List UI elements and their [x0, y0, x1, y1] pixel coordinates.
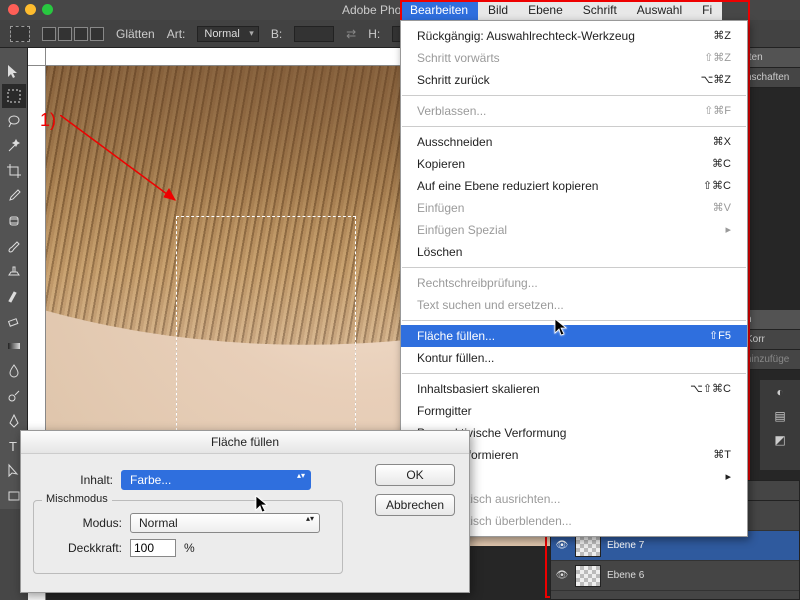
zoom-window-button[interactable] — [42, 4, 53, 15]
layer-name[interactable]: Ebene 6 — [607, 570, 644, 581]
adj-icon[interactable]: ◐ — [760, 380, 800, 404]
adj-icon[interactable]: ◩ — [760, 428, 800, 452]
menu-spelling[interactable]: Rechtschreibprüfung... — [401, 272, 747, 294]
panel-tab[interactable]: ften — [740, 48, 800, 68]
crop-tool[interactable] — [2, 159, 26, 183]
dialog-title: Fläche füllen — [21, 431, 469, 454]
adjustment-icons: ◐ ▤ ◩ — [760, 380, 800, 470]
menu-bar: Bearbeiten Bild Ebene Schrift Auswahl Fi — [400, 0, 722, 20]
menu-copy-merged[interactable]: Auf eine Ebene reduziert kopieren⇧⌘C — [401, 175, 747, 197]
modus-label: Modus: — [42, 516, 122, 530]
opt-glaetten-label: Glätten — [116, 27, 155, 41]
healing-brush-tool[interactable] — [2, 209, 26, 233]
svg-text:T: T — [9, 439, 17, 454]
menu-auswahl[interactable]: Auswahl — [627, 0, 692, 20]
blend-group: Mischmodus Modus: Normal Deckkraft: % — [33, 500, 343, 574]
layer-thumbnail[interactable] — [575, 535, 601, 557]
gradient-tool[interactable] — [2, 334, 26, 358]
layer-thumbnail[interactable] — [575, 565, 601, 587]
lasso-tool[interactable] — [2, 109, 26, 133]
fill-dialog: Fläche füllen Inhalt: Farbe... OK Abbrec… — [20, 430, 470, 593]
menu-step-backward[interactable]: Schritt zurück⌥⌘Z — [401, 69, 747, 91]
deckkraft-input[interactable] — [130, 539, 176, 557]
opt-h-label: H: — [368, 27, 380, 41]
ok-button[interactable]: OK — [375, 464, 455, 486]
cancel-button[interactable]: Abbrechen — [375, 494, 455, 516]
blend-group-title: Mischmodus — [42, 493, 112, 505]
sel-mode-new-icon[interactable] — [42, 27, 56, 41]
menu-bearbeiten[interactable]: Bearbeiten — [400, 0, 478, 20]
panel-group-2: n Korr hinzufüge — [740, 310, 800, 370]
ruler-corner — [28, 48, 46, 66]
panel-tab[interactable]: n — [740, 310, 800, 330]
annotation-arrow — [60, 115, 190, 215]
window-controls — [8, 4, 53, 15]
layer-name[interactable]: Ebene 7 — [607, 540, 644, 551]
menu-step-forward[interactable]: Schritt vorwärts⇧⌘Z — [401, 47, 747, 69]
marquee-tool[interactable] — [2, 84, 26, 108]
tool-preset-icon[interactable] — [10, 26, 30, 42]
annotation-1: 1) — [40, 110, 56, 131]
menu-ebene[interactable]: Ebene — [518, 0, 573, 20]
opt-b-label: B: — [271, 27, 282, 41]
panel-tab[interactable]: Korr — [740, 330, 800, 350]
magic-wand-tool[interactable] — [2, 134, 26, 158]
menu-clear[interactable]: Löschen — [401, 241, 747, 263]
opt-art-select[interactable]: Normal — [197, 26, 258, 42]
opt-art-label: Art: — [167, 27, 186, 41]
menu-undo[interactable]: Rückgängig: Auswahlrechteck-Werkzeug⌘Z — [401, 25, 747, 47]
inhalt-select[interactable]: Farbe... — [121, 470, 311, 490]
deckkraft-label: Deckkraft: — [42, 541, 122, 555]
layer-row[interactable]: 👁 Ebene 6 — [551, 561, 799, 591]
sel-mode-add-icon[interactable] — [58, 27, 72, 41]
cursor-icon — [255, 495, 269, 515]
inhalt-label: Inhalt: — [33, 473, 113, 487]
eraser-tool[interactable] — [2, 309, 26, 333]
percent-label: % — [184, 541, 195, 555]
menu-find-replace[interactable]: Text suchen und ersetzen... — [401, 294, 747, 316]
modus-select[interactable]: Normal — [130, 513, 320, 533]
panel-tab[interactable]: nschaften — [740, 68, 800, 88]
sel-mode-intersect-icon[interactable] — [90, 27, 104, 41]
opt-width-input[interactable] — [294, 26, 334, 42]
minimize-window-button[interactable] — [25, 4, 36, 15]
menu-puppet-warp[interactable]: Formgitter — [401, 400, 747, 422]
menu-content-aware-scale[interactable]: Inhaltsbasiert skalieren⌥⇧⌘C — [401, 378, 747, 400]
blur-tool[interactable] — [2, 359, 26, 383]
visibility-toggle[interactable]: 👁 — [555, 570, 569, 581]
dodge-tool[interactable] — [2, 384, 26, 408]
eyedropper-tool[interactable] — [2, 184, 26, 208]
menu-paste-special[interactable]: Einfügen Spezial▸ — [401, 219, 747, 241]
menu-schrift[interactable]: Schrift — [573, 0, 627, 20]
brush-tool[interactable] — [2, 234, 26, 258]
menu-cut[interactable]: Ausschneiden⌘X — [401, 131, 747, 153]
menu-copy[interactable]: Kopieren⌘C — [401, 153, 747, 175]
panel-hint: hinzufüge — [740, 350, 800, 370]
selection-marquee[interactable] — [176, 216, 356, 436]
menu-paste[interactable]: Einfügen⌘V — [401, 197, 747, 219]
visibility-toggle[interactable]: 👁 — [555, 540, 569, 551]
move-tool[interactable] — [2, 59, 26, 83]
menu-filter[interactable]: Fi — [692, 0, 722, 20]
close-window-button[interactable] — [8, 4, 19, 15]
panel-group-1: ften nschaften — [740, 48, 800, 88]
adj-icon[interactable]: ▤ — [760, 404, 800, 428]
history-brush-tool[interactable] — [2, 284, 26, 308]
clone-stamp-tool[interactable] — [2, 259, 26, 283]
menu-bild[interactable]: Bild — [478, 0, 518, 20]
sel-mode-sub-icon[interactable] — [74, 27, 88, 41]
menu-fade[interactable]: Verblassen...⇧⌘F — [401, 100, 747, 122]
cursor-icon — [554, 318, 568, 338]
menu-fill[interactable]: Fläche füllen...⇧F5 — [401, 325, 747, 347]
menu-stroke[interactable]: Kontur füllen... — [401, 347, 747, 369]
